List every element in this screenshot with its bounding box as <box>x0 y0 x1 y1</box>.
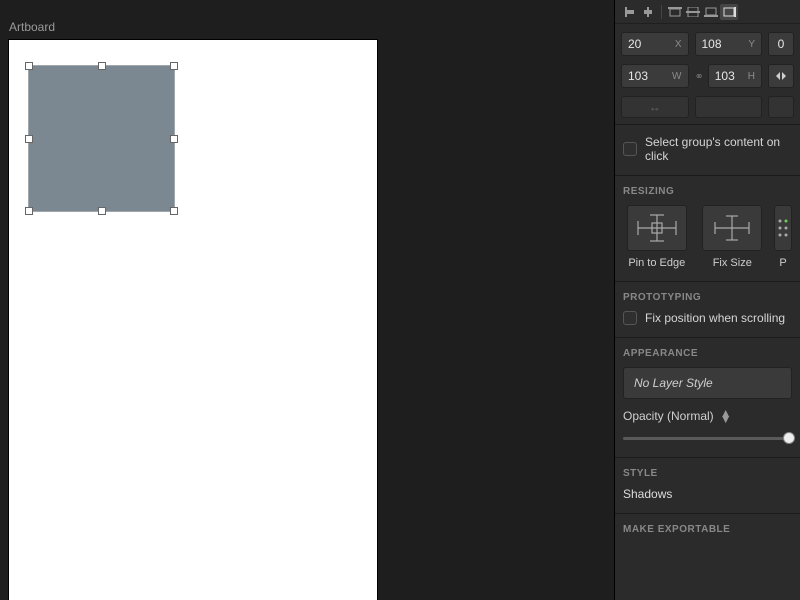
opacity-slider[interactable] <box>623 431 792 445</box>
fix-position-checkbox[interactable]: Fix position when scrolling <box>623 311 792 325</box>
appearance-title: APPEARANCE <box>623 348 792 359</box>
transform-field-3[interactable] <box>768 96 794 118</box>
resize-third-button[interactable]: P <box>774 205 792 269</box>
prototyping-title: PROTOTYPING <box>623 292 792 303</box>
pin-to-edge-button[interactable]: Pin to Edge <box>623 205 691 269</box>
opacity-control[interactable]: Opacity (Normal) ▲▼ <box>623 409 792 423</box>
y-value: 108 <box>702 37 722 51</box>
artboard-label: Artboard <box>9 20 55 34</box>
export-title: MAKE EXPORTABLE <box>623 524 792 535</box>
w-value: 103 <box>628 69 648 83</box>
rotation-value: 0 <box>778 37 785 51</box>
inspector-panel: 20 X 108 Y 0 103 W ⚭ 103 H ↔ Select group's … <box>614 0 800 600</box>
transform-field-2[interactable] <box>695 96 763 118</box>
checkbox-icon <box>623 311 637 325</box>
align-bottom-icon[interactable] <box>702 4 720 20</box>
align-right-icon[interactable] <box>720 4 738 20</box>
fix-size-label: Fix Size <box>713 257 752 269</box>
artboard[interactable] <box>9 40 377 600</box>
geometry-fields: 20 X 108 Y 0 103 W ⚭ 103 H ↔ <box>615 24 800 124</box>
opacity-label: Opacity (Normal) <box>623 409 714 423</box>
h-value: 103 <box>715 69 735 83</box>
select-group-content-checkbox[interactable]: Select group's content on click <box>623 135 792 163</box>
slider-track <box>623 437 792 440</box>
alignment-toolbar <box>615 0 800 24</box>
align-vcenter-icon[interactable] <box>684 4 702 20</box>
prototyping-section: PROTOTYPING Fix position when scrolling <box>615 281 800 337</box>
stepper-icon[interactable]: ▲▼ <box>720 410 732 422</box>
style-title: STYLE <box>623 468 792 479</box>
layer-style-dropdown[interactable]: No Layer Style <box>623 367 792 399</box>
h-field[interactable]: 103 H <box>708 64 762 88</box>
w-unit: W <box>672 71 681 82</box>
x-unit: X <box>675 39 682 50</box>
layer-style-value: No Layer Style <box>634 376 713 390</box>
shadows-row[interactable]: Shadows <box>623 487 792 501</box>
resizing-section: RESIZING Pin to Edge Fix Size <box>615 175 800 281</box>
checkbox-icon <box>623 142 637 156</box>
pin-to-edge-label: Pin to Edge <box>628 257 685 269</box>
pin-to-edge-icon <box>627 205 687 251</box>
w-field[interactable]: 103 W <box>621 64 689 88</box>
y-field[interactable]: 108 Y <box>695 32 763 56</box>
export-section[interactable]: MAKE EXPORTABLE <box>615 513 800 547</box>
group-click-section: Select group's content on click <box>615 124 800 175</box>
x-value: 20 <box>628 37 641 51</box>
slider-thumb[interactable] <box>783 432 795 444</box>
lock-aspect-icon[interactable]: ⚭ <box>695 70 704 83</box>
align-left-icon[interactable] <box>621 4 639 20</box>
y-unit: Y <box>748 39 755 50</box>
fix-size-icon <box>702 205 762 251</box>
appearance-section: APPEARANCE No Layer Style Opacity (Norma… <box>615 337 800 457</box>
flip-h-button[interactable] <box>768 64 794 88</box>
rotation-field[interactable]: 0 <box>768 32 794 56</box>
h-unit: H <box>748 71 755 82</box>
style-section: STYLE Shadows <box>615 457 800 513</box>
transform-field-1[interactable]: ↔ <box>621 96 689 118</box>
shadows-label: Shadows <box>623 487 672 501</box>
align-top-icon[interactable] <box>666 4 684 20</box>
select-group-content-label: Select group's content on click <box>645 135 792 163</box>
align-hcenter-icon[interactable] <box>639 4 657 20</box>
resize-third-label: P <box>779 257 786 269</box>
fix-position-label: Fix position when scrolling <box>645 311 785 325</box>
selected-rectangle[interactable] <box>29 66 174 211</box>
resizing-title: RESIZING <box>623 186 792 197</box>
x-field[interactable]: 20 X <box>621 32 689 56</box>
canvas-area[interactable]: Artboard <box>0 0 614 600</box>
resize-grid-icon <box>774 205 792 251</box>
fix-size-button[interactable]: Fix Size <box>699 205 767 269</box>
